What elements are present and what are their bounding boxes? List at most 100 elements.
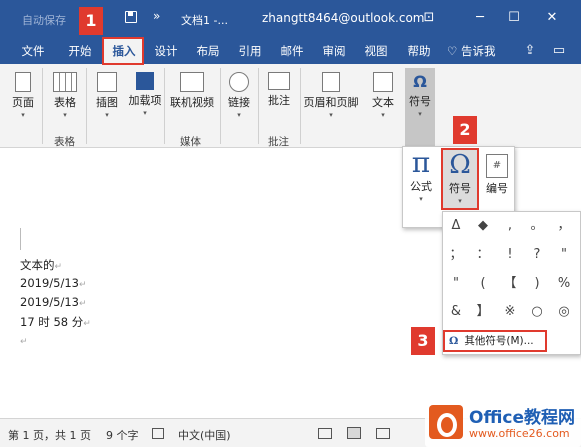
symbol-cell[interactable]: (: [471, 272, 495, 296]
menu-bar: 文件 开始 插入 设计 布局 引用 邮件 审阅 视图 帮助 ♡ 告诉我 ⇪ ▭: [0, 38, 581, 64]
symbol-cell[interactable]: Δ: [444, 214, 468, 238]
group-label-comments: 批注: [268, 136, 289, 148]
pictures-button[interactable]: 插图 ▾: [90, 68, 124, 119]
step-marker-3: 3: [411, 327, 435, 355]
doc-line[interactable]: 2019/5/13↵: [20, 295, 87, 309]
symbol-cell[interactable]: ?: [525, 243, 549, 267]
minimize-button[interactable]: ─: [466, 7, 494, 29]
symbol-cell[interactable]: ，: [552, 214, 576, 238]
tab-help[interactable]: 帮助: [400, 38, 438, 64]
symbol-cell[interactable]: ；: [444, 243, 468, 267]
video-icon: [180, 72, 204, 92]
number-icon: #: [486, 154, 508, 178]
comments-icon[interactable]: ▭: [551, 43, 567, 59]
symbol-cell[interactable]: ※: [498, 300, 522, 324]
share-icon[interactable]: ⇪: [522, 43, 538, 59]
word-count[interactable]: 9 个字: [106, 427, 139, 443]
doc-line[interactable]: 17 时 58 分↵: [20, 314, 91, 330]
group-separator: [164, 68, 165, 144]
omega-icon: Ω: [413, 72, 427, 91]
watermark-url: www.office26.com: [469, 427, 570, 440]
watermark-brand: Office教程网: [469, 408, 576, 428]
tab-design[interactable]: 设计: [148, 38, 184, 64]
symbol-button[interactable]: Ω 符号 ▾: [441, 148, 479, 210]
symbol-cell[interactable]: %: [552, 272, 576, 296]
doc-cursor-line[interactable]: ↵: [20, 333, 28, 347]
comment-button[interactable]: 批注: [262, 68, 296, 108]
page-icon: [15, 72, 31, 92]
print-layout-icon[interactable]: [347, 427, 361, 439]
online-video-button[interactable]: 联机视频: [166, 68, 218, 110]
link-button[interactable]: 链接 ▾: [222, 68, 256, 119]
doc-line[interactable]: 文本的↵: [20, 257, 62, 273]
table-icon: [53, 72, 77, 92]
autosave-label[interactable]: 自动保存: [22, 12, 66, 28]
ribbon-display-options-icon[interactable]: ⊡: [415, 7, 443, 29]
pictures-icon: [97, 72, 117, 92]
close-button[interactable]: ✕: [538, 7, 566, 29]
save-icon[interactable]: [125, 11, 137, 23]
tab-layout[interactable]: 布局: [190, 38, 226, 64]
quick-access-more[interactable]: »: [153, 9, 160, 23]
symbol-cell[interactable]: ": [552, 243, 576, 267]
more-symbols-item[interactable]: Ω 其他符号(M)...: [443, 330, 547, 352]
header-footer-icon: [322, 72, 340, 92]
read-mode-icon[interactable]: [318, 428, 332, 439]
symbol-cell[interactable]: 。: [525, 214, 549, 238]
equation-button[interactable]: π 公式 ▾: [405, 146, 437, 204]
tab-view[interactable]: 视图: [358, 38, 394, 64]
addins-icon: [136, 72, 154, 90]
addins-button[interactable]: 加载项 ▾: [128, 68, 162, 117]
web-layout-icon[interactable]: [376, 428, 390, 439]
symbol-cell[interactable]: ◆: [471, 214, 495, 238]
omega-icon: Ω: [449, 335, 459, 347]
tab-home[interactable]: 开始: [60, 38, 100, 64]
symbols-button[interactable]: Ω 符号 ▾: [405, 68, 435, 118]
group-separator: [220, 68, 221, 144]
margin-mark: [20, 228, 21, 250]
pi-icon: π: [411, 146, 431, 179]
tab-review[interactable]: 审阅: [316, 38, 352, 64]
group-separator: [86, 68, 87, 144]
office-logo-icon: [429, 405, 463, 439]
symbol-cell[interactable]: ：: [471, 243, 495, 267]
symbol-cell[interactable]: ○: [525, 300, 549, 324]
page-button[interactable]: 页面 ▾: [6, 68, 40, 119]
tab-references[interactable]: 引用: [232, 38, 268, 64]
watermark: Office教程网 www.office26.com: [425, 399, 581, 447]
group-separator: [42, 68, 43, 144]
doc-line[interactable]: 2019/5/13↵: [20, 276, 87, 290]
tab-mailings[interactable]: 邮件: [274, 38, 310, 64]
tab-file[interactable]: 文件: [14, 38, 52, 64]
text-button[interactable]: 文本 ▾: [366, 68, 400, 119]
group-separator: [258, 68, 259, 144]
step-marker-2: 2: [453, 116, 477, 144]
tell-me-search[interactable]: ♡ 告诉我: [447, 38, 495, 64]
link-icon: [229, 72, 249, 92]
group-label-table: 表格: [54, 136, 75, 148]
symbol-cell[interactable]: ,: [498, 214, 522, 238]
step-marker-1: 1: [79, 7, 103, 35]
document-title: 文档1 -...: [181, 14, 228, 27]
symbol-cell[interactable]: ◎: [552, 300, 576, 324]
symbol-cell[interactable]: ": [444, 272, 468, 296]
proofing-icon[interactable]: [152, 428, 164, 439]
comment-icon: [268, 72, 290, 90]
symbol-cell[interactable]: 】: [471, 300, 495, 324]
maximize-button[interactable]: ☐: [500, 7, 528, 29]
symbol-cell[interactable]: &: [444, 300, 468, 324]
symbol-cell[interactable]: 【: [498, 272, 522, 296]
symbol-cell[interactable]: !: [498, 243, 522, 267]
account-name[interactable]: zhangtt8464@outlook.com: [262, 11, 425, 25]
omega-icon: Ω: [449, 150, 471, 180]
header-footer-button[interactable]: 页眉和页脚 ▾: [300, 68, 362, 119]
number-button[interactable]: # 编号: [482, 150, 512, 196]
group-label-media: 媒体: [180, 136, 201, 148]
table-button[interactable]: 表格 ▾: [46, 68, 84, 119]
highlight-insert-tab: [102, 37, 144, 65]
language[interactable]: 中文(中国): [178, 427, 231, 443]
lightbulb-icon: ♡: [447, 44, 461, 58]
symbol-cell[interactable]: ): [525, 272, 549, 296]
text-box-icon: [373, 72, 393, 92]
page-count[interactable]: 第 1 页，共 1 页: [8, 427, 91, 443]
